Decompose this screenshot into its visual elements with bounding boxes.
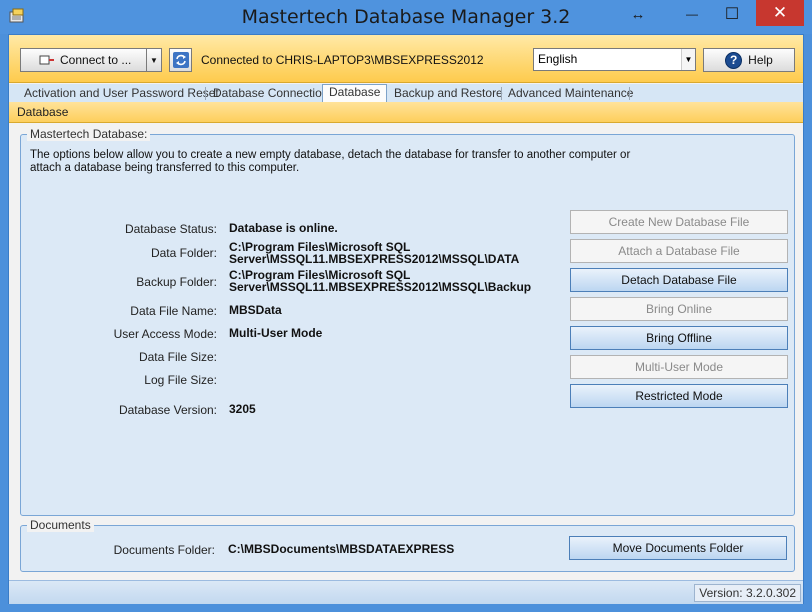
database-version-label: Database Version: (118, 403, 217, 417)
close-icon: ✕ (772, 3, 788, 22)
resize-icon[interactable]: ↔ (618, 0, 658, 28)
help-icon: ? (725, 51, 743, 69)
language-select[interactable]: English ▼ (533, 48, 696, 71)
restricted-mode-button[interactable]: Restricted Mode (570, 384, 788, 408)
minimize-icon: — (686, 7, 698, 21)
section-header: Database (9, 102, 803, 123)
connect-button[interactable]: Connect to ... (20, 48, 147, 72)
backup-folder-label: Backup Folder: (136, 275, 217, 289)
maximize-button[interactable]: ☐ (712, 0, 752, 28)
version-label: Version: 3.2.0.302 (694, 584, 801, 602)
close-button[interactable]: ✕ (756, 0, 804, 26)
tab-database-connection[interactable]: Database Connection (213, 85, 328, 102)
data-folder-value: C:\Program Files\Microsoft SQL Server\MS… (229, 240, 520, 266)
connect-dropdown-button[interactable]: ▼ (146, 48, 162, 72)
data-folder-label: Data Folder: (150, 246, 217, 260)
backup-folder-value: C:\Program Files\Microsoft SQL Server\MS… (229, 268, 532, 294)
attach-database-button[interactable]: Attach a Database File (570, 239, 788, 263)
refresh-icon (172, 52, 189, 68)
tab-separator (501, 87, 502, 100)
database-intro: The options below allow you to create a … (30, 149, 631, 174)
status-value: Database is online. (229, 221, 338, 235)
documents-folder-value: C:\MBSDocuments\MBSDATAEXPRESS (228, 542, 455, 556)
multi-user-mode-button[interactable]: Multi-User Mode (570, 355, 788, 379)
maximize-icon: ☐ (724, 6, 740, 23)
database-group-title: Mastertech Database: (27, 127, 151, 141)
bring-online-button[interactable]: Bring Online (570, 297, 788, 321)
status-bar: Version: 3.2.0.302 (9, 580, 803, 604)
language-value: English (538, 52, 578, 66)
tab-advanced-maintenance[interactable]: Advanced Maintenance (508, 85, 633, 102)
detach-database-button[interactable]: Detach Database File (570, 268, 788, 292)
data-file-size-label: Data File Size: (138, 350, 217, 364)
database-version-value: 3205 (229, 402, 256, 416)
tab-backup-restore[interactable]: Backup and Restore (394, 85, 503, 102)
tab-separator (205, 87, 206, 100)
tab-strip: Activation and User Password Reset Datab… (9, 84, 803, 102)
database-group: Mastertech Database: The options below a… (20, 127, 795, 516)
minimize-button[interactable]: — (672, 0, 712, 28)
tab-separator (629, 87, 630, 100)
connection-status: Connected to CHRIS-LAPTOP3\MBSEXPRESS201… (201, 53, 484, 67)
bring-offline-button[interactable]: Bring Offline (570, 326, 788, 350)
data-file-name-label: Data File Name: (130, 304, 217, 318)
client-area: Connect to ... ▼ Connected to CHRIS-LAPT… (8, 34, 804, 604)
chevron-down-icon: ▼ (150, 55, 158, 65)
connect-label: Connect to ... (60, 53, 132, 67)
status-label: Database Status: (124, 222, 217, 236)
create-database-button[interactable]: Create New Database File (570, 210, 788, 234)
connect-icon (39, 55, 54, 65)
user-access-mode-value: Multi-User Mode (229, 326, 323, 340)
title-bar[interactable]: Mastertech Database Manager 3.2 ↔ — ☐ ✕ (0, 0, 812, 34)
toolbar: Connect to ... ▼ Connected to CHRIS-LAPT… (9, 35, 803, 83)
chevron-down-icon: ▼ (681, 49, 695, 70)
documents-folder-label: Documents Folder: (113, 543, 215, 557)
app-window: Mastertech Database Manager 3.2 ↔ — ☐ ✕ … (0, 0, 812, 612)
documents-group-title: Documents (27, 518, 94, 532)
help-label: Help (748, 53, 773, 67)
tab-activation[interactable]: Activation and User Password Reset (24, 85, 219, 102)
refresh-button[interactable] (169, 48, 192, 72)
data-file-name-value: MBSData (229, 303, 282, 317)
help-button[interactable]: ? Help (703, 48, 795, 72)
tab-database[interactable]: Database (322, 84, 388, 102)
log-file-size-label: Log File Size: (144, 373, 217, 387)
user-access-mode-label: User Access Mode: (113, 327, 217, 341)
move-documents-folder-button[interactable]: Move Documents Folder (569, 536, 787, 560)
documents-group: Documents Documents Folder: C:\MBSDocume… (20, 518, 795, 572)
